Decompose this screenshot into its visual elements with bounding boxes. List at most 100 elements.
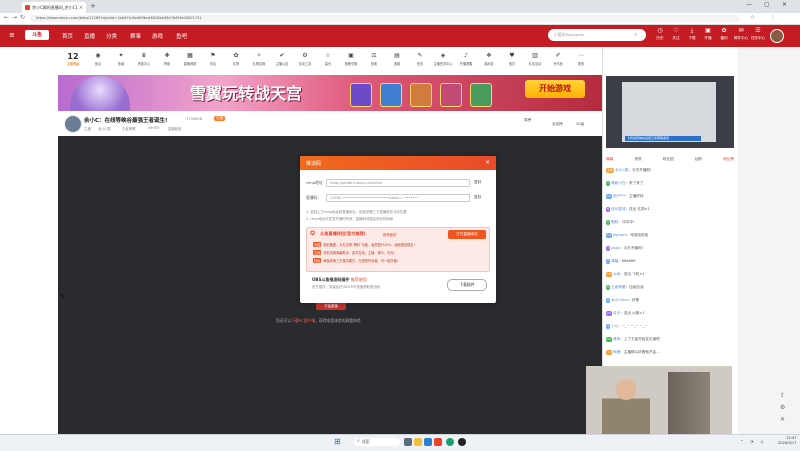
start-live-button[interactable]: 开始直播 [316,302,346,310]
toolbar-item[interactable]: ⚑ 车队 [203,52,223,66]
taskbar-app-chrome[interactable] [446,438,454,446]
search-icon[interactable]: ⌕ [634,31,637,39]
windows-start-icon[interactable]: ⊞ [334,437,341,446]
toolbar-item[interactable]: ▥ 礼包活动 [525,52,545,66]
follow-button[interactable]: 订阅 [214,116,226,121]
streamer-avatar[interactable] [64,115,82,133]
taskbar-app-obs[interactable] [458,438,466,446]
toolbar-item[interactable]: ⚖ 拍卖 [364,52,384,66]
meta-streamer-name[interactable]: 余小C属 [98,126,111,131]
header-welfare[interactable]: ✿ 福利 [716,28,732,41]
chat-badge[interactable]: 14 [606,233,612,238]
download-plugin-button[interactable]: 下载插件 [447,279,487,291]
chat-username[interactable]: fighters [613,233,627,237]
meta-replay[interactable]: 直播回放 [168,126,182,131]
chat-username[interactable]: 余小Cfans [611,298,628,302]
bookmark-star-icon[interactable]: ☆ [750,14,755,21]
chat-badge[interactable]: 11 [606,311,612,316]
tab-fans[interactable]: 粉丝团 [663,157,674,162]
tray-volume-icon[interactable]: ◁ [760,439,763,444]
toolbar-item[interactable]: ☆ 星光 [318,52,338,66]
taskbar-clock[interactable]: 15:47 2024/3/17 [778,436,796,446]
meta-category[interactable]: 王者荣耀 [122,126,136,131]
tab-danmu[interactable]: 弹幕 [606,157,613,162]
header-follow[interactable]: ♡ 关注 [668,28,684,41]
chat-username[interactable]: 王者荣耀 [611,285,625,289]
nav-fishbar[interactable]: 鱼吧 [176,32,187,40]
url-input[interactable]: https://www.douyu.com/beta/11289?dyshid=… [30,15,740,22]
taskbar-search[interactable]: 搜索 [354,438,400,446]
game-banner[interactable] [58,75,602,111]
site-search-input[interactable]: 小菊花Babygone [548,29,646,41]
maximize-button[interactable]: ▢ [764,1,770,8]
header-history[interactable]: ◷ 历史 [652,28,668,41]
toolbar-item[interactable]: ◉ 鱼丸 [88,52,108,66]
taskbar-app-edge[interactable] [424,438,432,446]
new-tab-button[interactable]: + [90,2,96,10]
chat-username[interactable]: 用户*** [613,194,626,198]
close-window-button[interactable]: ✕ [782,1,787,8]
chat-badge[interactable]: 13 [606,337,612,342]
download-client-link[interactable]: 下载PC客户端 [291,318,315,323]
toolbar-item[interactable]: ▤ 宝箱 [387,52,407,66]
toolbar-item[interactable]: ▣ 鱼粮兑换 [341,52,361,66]
site-logo[interactable]: 斗鱼 [25,30,49,40]
header-broadcast[interactable]: ▣ 开播 [700,28,716,41]
start-game-button[interactable]: 开始游戏 [525,80,585,98]
header-tasks[interactable]: ☰ 任务中心 [750,28,766,41]
chat-badge[interactable]: 9 [606,285,610,290]
tab-close-button[interactable]: × [79,5,83,11]
copy-key-button[interactable]: 复制 [474,195,481,200]
reload-button[interactable]: ↻ [20,14,25,21]
share-icon[interactable]: ⇪ [780,392,785,399]
hamburger-menu-icon[interactable]: ≡ [9,31,15,39]
header-mail[interactable]: ✉ 邮件中心 [733,28,749,41]
rtmp-field[interactable]: rtmp://sendtc1.douyu.com/live [326,179,470,187]
toolbar-item[interactable]: ♪ 开播提醒 [456,52,476,66]
stream-key-field[interactable]: 11289..•••••••••••••••••••••••&ssid=...•… [326,194,470,202]
modal-close-button[interactable]: × [485,159,490,166]
chat-username[interactable]: 萌新小白 [611,181,625,185]
toolbar-item[interactable]: ✎ 任务 [410,52,430,66]
tray-chevron-icon[interactable]: ⌃ [740,439,743,444]
toolbar-item[interactable]: ⚙ 互动工具 [295,52,315,66]
chat-badge[interactable]: 3 [606,246,610,251]
toolbar-item[interactable]: ❖ 福利区 [479,52,499,66]
toolbar-item[interactable]: ✿ 礼物 [226,52,246,66]
nav-category[interactable]: 分类 [106,32,117,40]
toolbar-item[interactable]: ◈ 主播任务中心 [433,52,453,66]
tab-diamond[interactable]: 钻粉 [695,157,702,162]
toolbar-item[interactable]: ✚ 赞助 [157,52,177,66]
nav-live[interactable]: 直播 [84,32,95,40]
toolbar-item[interactable]: ♥ 宝贝 [502,52,522,66]
toolbar-item[interactable]: ✦ 鱼塘 [111,52,131,66]
browser-tab[interactable]: 余小C属的直播间_余小C属的视… × [22,2,86,13]
back-button[interactable]: ← [4,14,9,21]
toolbar-item[interactable]: ✧ 礼物召唤 [249,52,269,66]
forward-button[interactable]: → [12,14,17,21]
chat-badge[interactable]: 15 [606,350,612,355]
weekly-rank-label[interactable]: 周榜 [524,118,531,123]
header-download[interactable]: ⤓ 下载 [684,28,700,41]
nav-home[interactable]: 首页 [62,32,73,40]
open-companion-button[interactable]: 打开直播伴侣 [448,230,486,239]
chat-badge[interactable]: 4 [606,324,610,329]
nav-games[interactable]: 游戏 [152,32,163,40]
chat-badge[interactable]: 8 [606,207,610,212]
chat-username[interactable]: 余小C属 [615,168,628,172]
chat-username[interactable]: pigpi [611,246,620,250]
tray-wifi-icon[interactable]: ◔ [750,439,754,444]
close-panel-icon[interactable]: ✕ [780,416,785,423]
toolbar-item[interactable]: ♛ 贵族中心 [134,52,154,66]
toolbar-item[interactable]: ⋯ 更多 [571,52,591,66]
taskbar-app-explorer[interactable] [414,438,422,446]
user-avatar[interactable] [770,29,784,43]
chat-badge[interactable]: 主播 [606,168,615,173]
taskbar-app-store[interactable] [434,438,442,446]
toolbar-item[interactable]: ✐ 写作品 [548,52,568,66]
chat-badge[interactable]: 5 [606,220,610,225]
chat-badge[interactable]: 6 [606,298,610,303]
minimize-button[interactable]: — [746,1,752,8]
chat-badge[interactable]: 7 [606,181,610,186]
chat-badge[interactable]: 18 [606,272,612,277]
